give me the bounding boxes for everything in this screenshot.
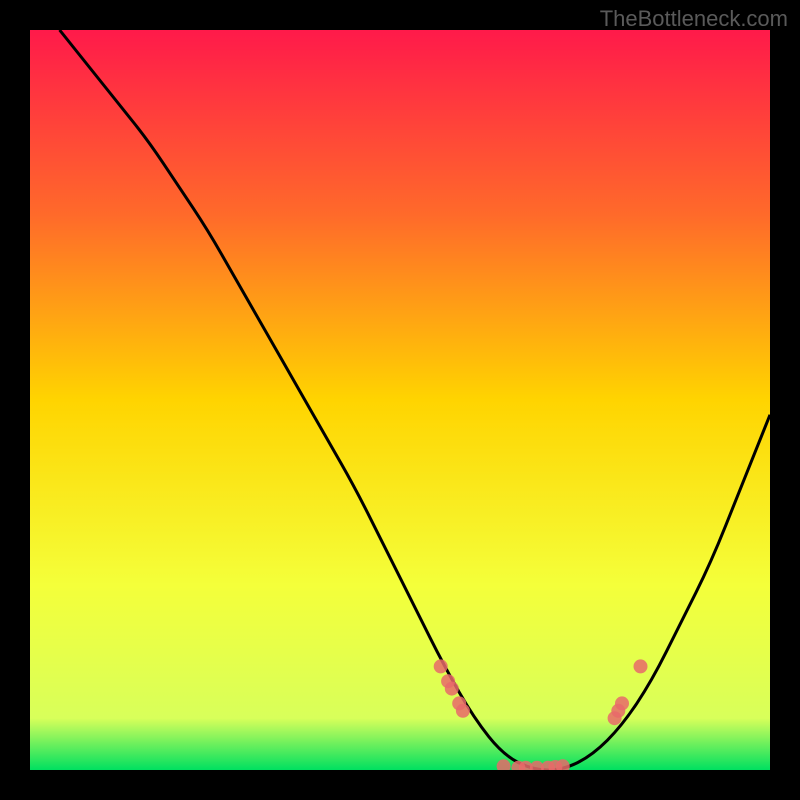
marker-point <box>615 696 629 710</box>
marker-point <box>634 659 648 673</box>
marker-point <box>445 682 459 696</box>
watermark-text: TheBottleneck.com <box>600 6 788 32</box>
chart-frame <box>30 30 770 770</box>
gradient-background <box>30 30 770 770</box>
marker-point <box>456 704 470 718</box>
chart-svg <box>30 30 770 770</box>
marker-point <box>434 659 448 673</box>
